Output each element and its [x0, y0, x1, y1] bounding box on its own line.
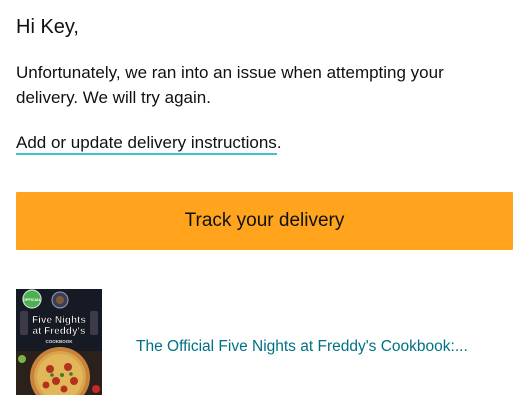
track-delivery-button[interactable]: Track your delivery [16, 192, 513, 250]
cover-title-line2: at Freddy's [33, 326, 86, 337]
instructions-period: . [276, 133, 282, 152]
delivery-issue-message: Unfortunately, we ran into an issue when… [16, 63, 444, 107]
instructions-paragraph: Add or update delivery instructions. [16, 132, 282, 155]
product-item: OFFICIAL Five Nights at Freddy's COOKBOO… [16, 289, 513, 395]
cover-title-line1: Five Nights [32, 315, 86, 326]
greeting: Hi Key, [16, 16, 79, 38]
product-cover-image[interactable]: OFFICIAL Five Nights at Freddy's COOKBOO… [16, 289, 102, 395]
cover-badge-text: OFFICIAL [23, 297, 42, 302]
cover-subtitle: COOKBOOK [46, 339, 74, 344]
update-delivery-instructions-link[interactable]: Add or update delivery instructions [16, 133, 277, 155]
product-title-link[interactable]: The Official Five Nights at Freddy's Coo… [136, 337, 468, 357]
cookbook-cover-art: OFFICIAL Five Nights at Freddy's COOKBOO… [16, 289, 102, 395]
